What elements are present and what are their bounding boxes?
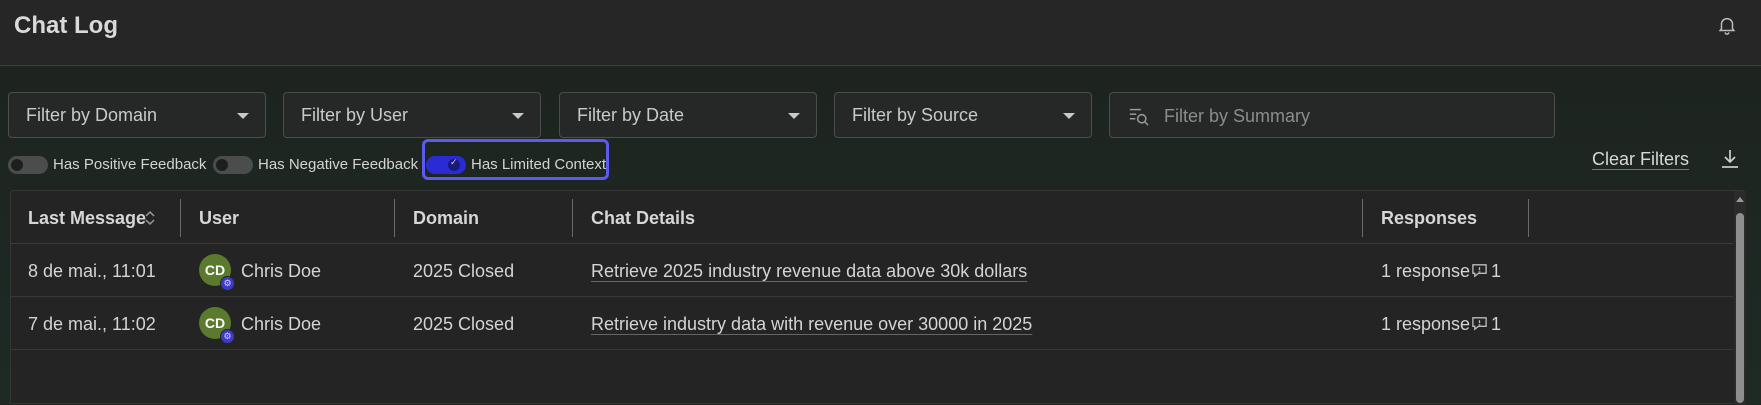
limited-context-label: Has Limited Context: [471, 156, 607, 173]
download-icon[interactable]: [1718, 147, 1742, 171]
comment-icon: [1472, 317, 1487, 331]
comment-icon: [1472, 264, 1487, 278]
comment-count: 1: [1491, 314, 1502, 334]
chevron-down-icon: [237, 113, 249, 119]
chevron-down-icon: [1063, 113, 1075, 119]
chat-log-table: Last Message User Domain Chat Details Re…: [10, 190, 1746, 405]
positive-feedback-toggle[interactable]: [8, 156, 48, 174]
user-cell: Chris Doe: [241, 261, 322, 281]
column-divider[interactable]: [394, 199, 395, 237]
summary-search-input[interactable]: [1164, 103, 1604, 129]
user-cell: Chris Doe: [241, 314, 322, 334]
positive-feedback-toggle-row[interactable]: Has Positive Feedback: [8, 147, 208, 183]
chat-details-link[interactable]: Retrieve 2025 industry revenue data abov…: [591, 261, 1027, 282]
domain-filter[interactable]: Filter by Domain: [8, 92, 266, 138]
domain-cell: 2025 Closed: [413, 261, 515, 281]
last-message-cell: 7 de mai., 11:02: [28, 314, 156, 334]
comment-count: 1: [1491, 261, 1502, 281]
user-badge-icon: ⚙: [220, 329, 235, 344]
column-divider[interactable]: [572, 199, 573, 237]
chat-details-link[interactable]: Retrieve industry data with revenue over…: [591, 314, 1032, 335]
column-header-domain[interactable]: Domain: [413, 208, 479, 229]
scroll-up-arrow-icon[interactable]: [1736, 197, 1744, 202]
column-header-last-message[interactable]: Last Message: [28, 208, 146, 229]
bell-icon[interactable]: [1716, 13, 1738, 37]
table-row[interactable]: 7 de mai., 11:02 CD ⚙ Chris Doe 2025 Clo…: [11, 297, 1733, 350]
user-filter[interactable]: Filter by User: [283, 92, 541, 138]
table-row[interactable]: 8 de mai., 11:01 CD ⚙ Chris Doe 2025 Clo…: [11, 244, 1733, 297]
negative-feedback-label: Has Negative Feedback: [258, 156, 419, 173]
column-divider[interactable]: [180, 199, 181, 237]
column-divider[interactable]: [1528, 199, 1529, 237]
user-badge-icon: ⚙: [220, 276, 235, 291]
source-filter[interactable]: Filter by Source: [834, 92, 1092, 138]
user-filter-label: Filter by User: [301, 105, 409, 125]
responses-cell: 1 response: [1381, 314, 1471, 334]
negative-feedback-toggle[interactable]: [213, 156, 253, 174]
table-scrollbar[interactable]: [1734, 191, 1746, 405]
search-filter-icon: [1129, 108, 1149, 126]
negative-feedback-toggle-row[interactable]: Has Negative Feedback: [213, 147, 418, 183]
column-divider[interactable]: [1362, 199, 1363, 237]
column-header-user[interactable]: User: [199, 208, 239, 229]
source-filter-label: Filter by Source: [852, 105, 979, 125]
responses-cell: 1 response: [1381, 261, 1471, 281]
table-header: Last Message User Domain Chat Details Re…: [11, 191, 1733, 244]
main-content: Filter by Domain Filter by User Filter b…: [0, 67, 1761, 405]
summary-filter[interactable]: [1109, 92, 1604, 138]
page-title: Chat Log: [14, 12, 118, 39]
chevron-down-icon: [788, 113, 800, 119]
date-filter[interactable]: Filter by Date: [559, 92, 817, 138]
scrollbar-thumb[interactable]: [1736, 213, 1744, 403]
column-header-responses[interactable]: Responses: [1381, 208, 1477, 229]
sort-icon[interactable]: [144, 209, 156, 227]
last-message-cell: 8 de mai., 11:01: [28, 261, 156, 281]
limited-context-toggle-row[interactable]: Has Limited Context: [426, 147, 606, 183]
app-header: Chat Log: [0, 0, 1761, 66]
clear-filters-button[interactable]: Clear Filters: [1592, 149, 1689, 170]
domain-filter-label: Filter by Domain: [26, 105, 158, 125]
positive-feedback-label: Has Positive Feedback: [53, 156, 207, 173]
limited-context-toggle[interactable]: [426, 156, 466, 174]
chevron-down-icon: [512, 113, 524, 119]
date-filter-label: Filter by Date: [577, 105, 685, 125]
domain-cell: 2025 Closed: [413, 314, 515, 334]
column-header-chat-details[interactable]: Chat Details: [591, 208, 695, 229]
